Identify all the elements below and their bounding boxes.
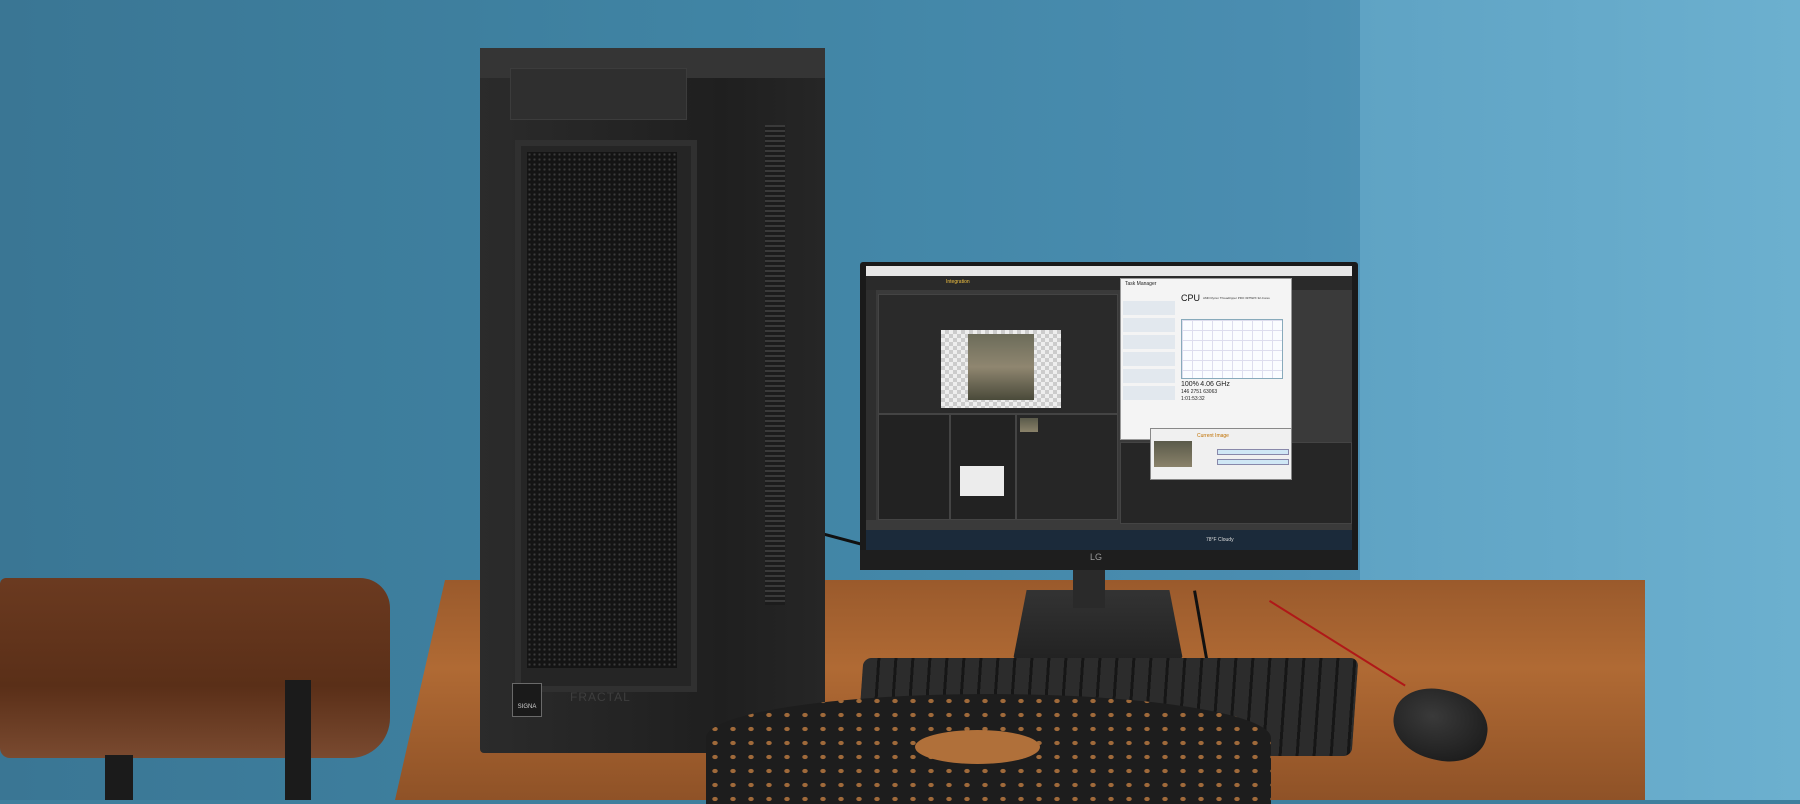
media-thumbnail [1020, 418, 1038, 432]
app-title-bar [866, 266, 1352, 276]
tower-brand-text: FRACTAL [570, 690, 631, 704]
cpu-handles: 63063 [1203, 389, 1218, 395]
tower-drive-bay [510, 68, 687, 120]
app-title: Integration [946, 279, 970, 285]
task-manager-window[interactable]: Task Manager CPU AMD Ryzen Threadripper … [1120, 278, 1292, 440]
project-panel [878, 414, 950, 520]
monitor-chin [860, 550, 1358, 570]
lg-logo: LG [1090, 552, 1103, 562]
render-thumbnail [1154, 441, 1192, 467]
tower-side-vent [765, 125, 785, 605]
cpu-uptime: 1:01:53:32 [1181, 396, 1205, 402]
task-manager-title: Task Manager [1125, 281, 1157, 287]
signa-badge: SIGNA [512, 683, 542, 717]
tower-mesh [527, 152, 677, 668]
app-toolbar [866, 290, 876, 520]
bench-leg-left [105, 755, 133, 800]
cpu-usage-graph [1181, 319, 1283, 379]
dialog-box [960, 466, 1004, 496]
bench-leg-right [285, 680, 311, 800]
cpu-utilization: 100% [1181, 381, 1199, 388]
cpu-stats: 100% 4.06 GHz 146 2751 63063 1:01:53:32 [1181, 381, 1286, 403]
monitor-screen: Integration Task Manager CPU AMD Ryzen T… [866, 266, 1352, 550]
cpu-speed: 4.06 GHz [1200, 381, 1230, 388]
chair-handle [915, 730, 1040, 764]
monitor-stand-neck [1073, 568, 1105, 608]
cpu-threads: 2751 [1190, 389, 1202, 395]
cpu-processes: 146 [1181, 389, 1190, 395]
cpu-name: AMD Ryzen Threadripper PRO 3975WX 32-Cor… [1203, 296, 1270, 300]
image-progress-bar [1217, 449, 1289, 455]
render-preview-image [968, 334, 1034, 400]
render-title: Current Image [1197, 433, 1229, 439]
wooden-bench [0, 578, 390, 758]
windows-taskbar[interactable]: 78°F Cloudy [866, 530, 1352, 550]
render-progress-window[interactable]: Current Image [1150, 428, 1292, 480]
overall-progress-bar [1217, 459, 1289, 465]
task-manager-sidebar [1123, 301, 1175, 431]
cpu-heading: CPU [1181, 293, 1201, 303]
taskbar-weather: 78°F Cloudy [1206, 537, 1234, 543]
